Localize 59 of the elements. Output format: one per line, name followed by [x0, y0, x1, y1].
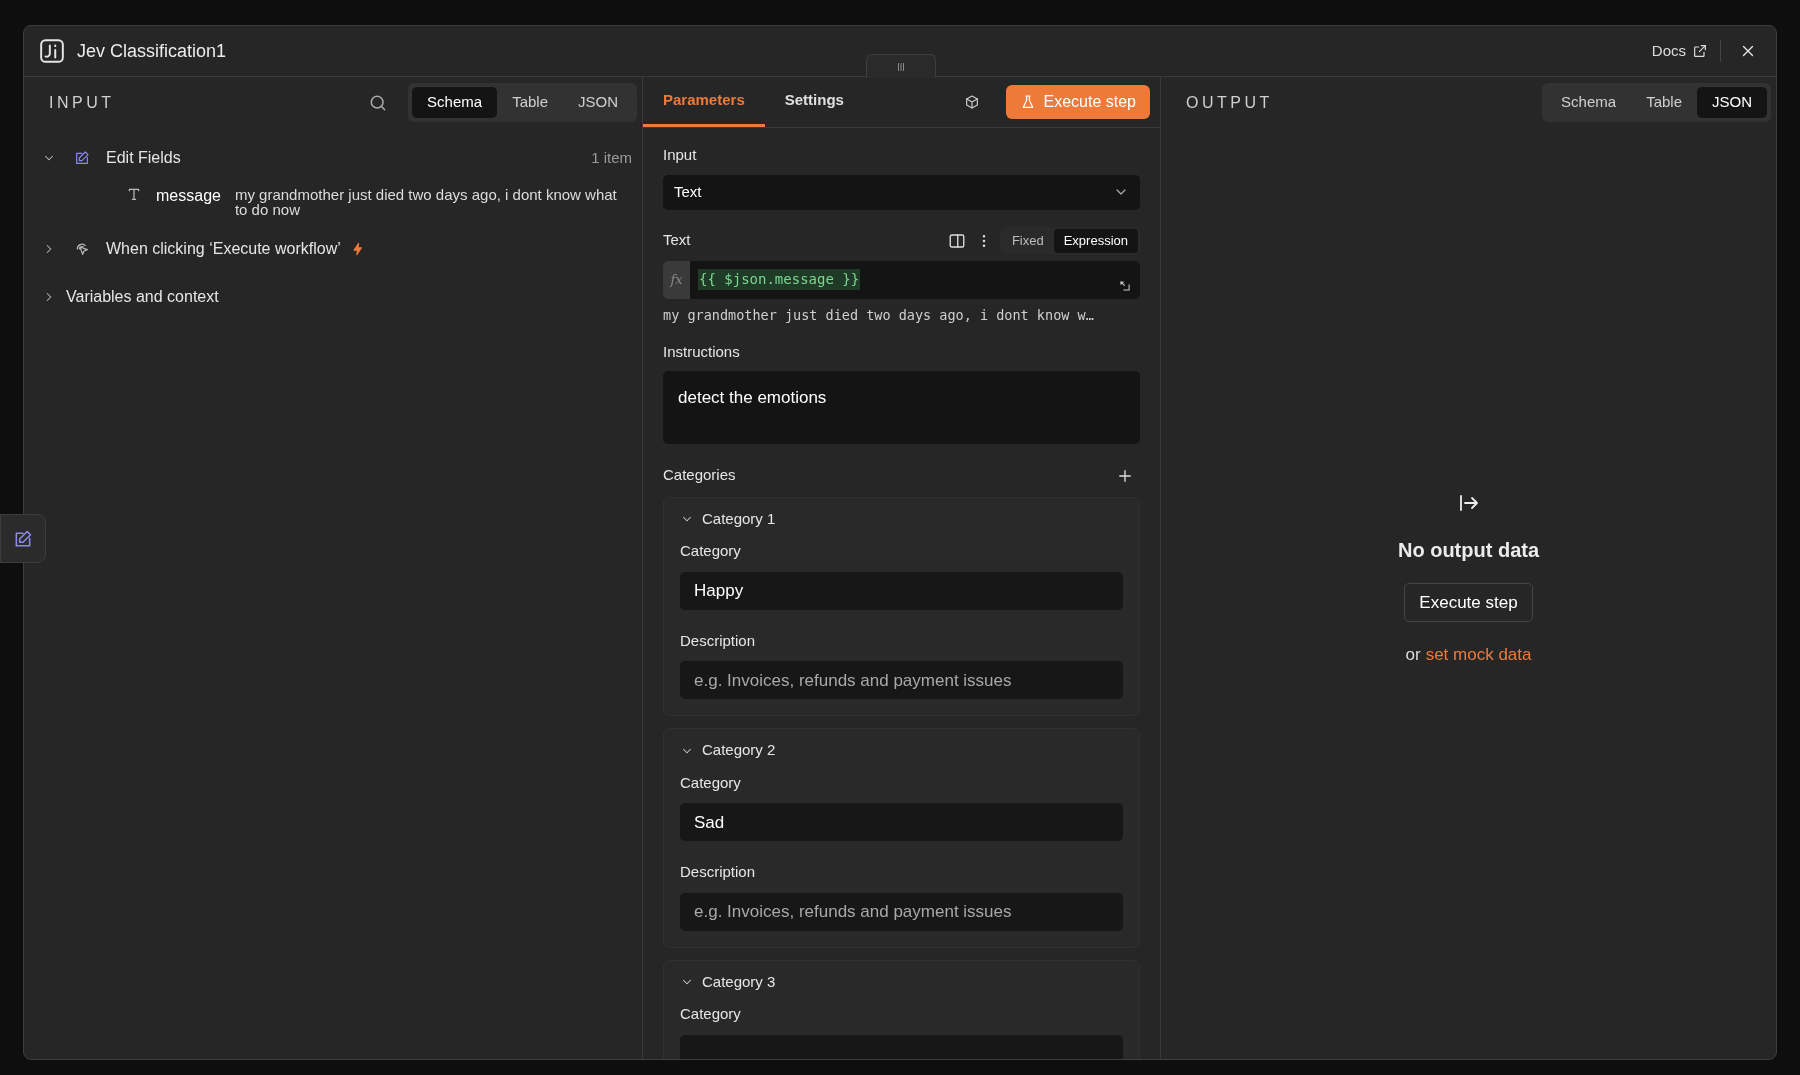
- field-label: Description: [680, 630, 757, 651]
- field-label: Category: [680, 772, 742, 793]
- view-tab[interactable]: Table: [497, 87, 563, 118]
- pointer-click-icon: [74, 241, 90, 257]
- tree-item-label[interactable]: Variables and context: [66, 285, 219, 309]
- lightning-icon: [350, 242, 365, 256]
- window-title: Jev Classification1: [77, 39, 227, 63]
- field-label: Category: [680, 541, 742, 562]
- category-title: Category 3: [702, 971, 776, 992]
- panel-tab[interactable]: Settings: [764, 77, 864, 127]
- cube-icon[interactable]: [963, 94, 980, 110]
- text-type-icon: [126, 186, 142, 202]
- panel-tab[interactable]: Parameters: [643, 77, 765, 127]
- mock-prefix: or: [1405, 644, 1421, 666]
- split-panel-icon[interactable]: [947, 231, 966, 250]
- tree-item-label[interactable]: Edit Fields: [106, 146, 181, 170]
- pencil-square-icon: [13, 528, 33, 549]
- view-tab[interactable]: Table: [1631, 87, 1697, 118]
- empty-state-title: No output data: [1397, 538, 1540, 563]
- field-label: Input: [663, 145, 698, 165]
- fx-label: fx: [663, 260, 690, 299]
- mock-data-link[interactable]: set mock data: [1425, 642, 1532, 668]
- mode-tab[interactable]: Expression: [1053, 228, 1138, 253]
- description-input[interactable]: e.g. Invoices, refunds and payment issues: [680, 892, 1123, 931]
- view-tab[interactable]: Schema: [1546, 87, 1632, 118]
- field-label: Instructions: [663, 341, 741, 362]
- view-tab[interactable]: Schema: [412, 87, 498, 118]
- mode-tab[interactable]: Fixed: [1001, 228, 1054, 253]
- drag-handle[interactable]: [866, 54, 936, 78]
- description-input[interactable]: e.g. Invoices, refunds and payment issues: [680, 661, 1123, 700]
- category-title: Category 1: [702, 508, 776, 529]
- field-label: Categories: [663, 465, 736, 486]
- expand-icon[interactable]: [1118, 278, 1132, 293]
- instructions-textarea[interactable]: detect the emotions: [663, 371, 1140, 445]
- field-label: Text: [663, 230, 691, 251]
- category-input[interactable]: Happy: [680, 571, 1123, 610]
- field-label: Description: [680, 862, 757, 883]
- view-tab[interactable]: JSON: [1697, 87, 1767, 118]
- panel-heading: INPUT: [49, 92, 115, 113]
- item-count: 1 item: [591, 147, 632, 168]
- category-input[interactable]: Sad: [680, 803, 1123, 842]
- field-value: my grandmother just died two days ago, i dont know what to do now: [234, 187, 618, 217]
- category-title: Category 2: [702, 740, 776, 761]
- field-name: message: [156, 186, 221, 206]
- panel-heading: OUTPUT: [1186, 92, 1273, 113]
- view-tab[interactable]: JSON: [563, 87, 633, 118]
- tree-item-label[interactable]: When clicking ‘Execute workflow’: [106, 237, 341, 261]
- external-link-icon: [1692, 43, 1708, 59]
- expression-preview: my grandmother just died two days ago, i dont know w…: [663, 305, 1095, 325]
- docs-link[interactable]: Docs: [1651, 39, 1721, 63]
- grip-lines-icon: [895, 60, 907, 73]
- field-label: Category: [680, 1004, 742, 1025]
- node-button[interactable]: [0, 514, 46, 563]
- input-select[interactable]: Text: [663, 174, 1140, 210]
- execute-step-button[interactable]: Execute step: [1404, 583, 1533, 622]
- expression-field[interactable]: {{ $json.message }}: [690, 260, 1118, 299]
- pencil-square-icon: [74, 150, 90, 166]
- node-logo-icon: [39, 38, 65, 64]
- expression-token: {{ $json.message }}: [698, 269, 861, 290]
